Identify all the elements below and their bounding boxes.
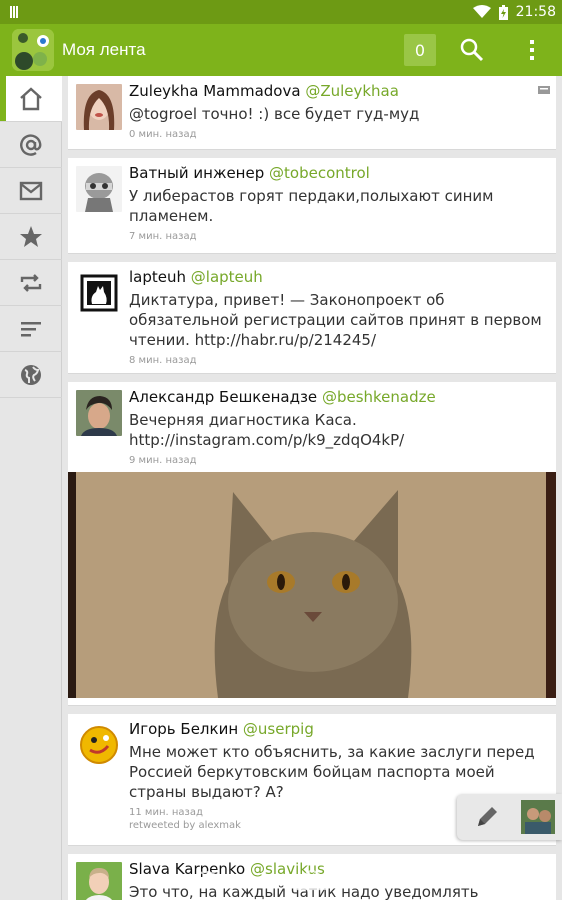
avatar[interactable] bbox=[76, 270, 122, 316]
home-nav-icon[interactable] bbox=[294, 867, 330, 891]
battery-icon bbox=[498, 4, 508, 20]
sidebar-item-mentions[interactable] bbox=[0, 122, 62, 168]
status-bar: 21:58 bbox=[0, 0, 562, 24]
author-handle[interactable]: @Zuleykhaa bbox=[305, 82, 399, 100]
author-name: Александр Бешкенадзе bbox=[129, 388, 318, 406]
app-logo-icon[interactable] bbox=[12, 29, 54, 71]
tweet-text: @togroel точно! :) все будет гуд-муд bbox=[129, 105, 420, 123]
wifi-icon bbox=[472, 5, 491, 18]
tweet-text: Мне может кто объяснить, за какие заслуг… bbox=[129, 743, 535, 801]
mention-icon bbox=[20, 133, 42, 156]
tweet-text: Вечерняя диагностика Каса. http://instag… bbox=[129, 411, 405, 449]
tweet-time: 9 мин. назад bbox=[129, 455, 197, 466]
search-icon[interactable] bbox=[458, 36, 486, 64]
tweet-item[interactable]: Ватный инженер @tobecontrol У либерастов… bbox=[68, 158, 556, 254]
tweet-text: У либерастов горят пердаки,полыхают сини… bbox=[129, 187, 494, 225]
list-icon bbox=[21, 321, 41, 336]
author-name: Zuleykha Mammadova bbox=[129, 82, 301, 100]
overflow-menu-icon[interactable] bbox=[520, 36, 544, 64]
page-title: Моя лента bbox=[62, 40, 146, 59]
tweet-item[interactable]: lapteuh @lapteuh Диктатура, привет! — За… bbox=[68, 262, 556, 374]
author-handle[interactable]: @userpig bbox=[243, 720, 314, 738]
author-name: lapteuh bbox=[129, 268, 187, 286]
author-name: Игорь Белкин bbox=[129, 720, 239, 738]
timeline-feed[interactable]: Zuleykha Mammadova @Zuleykhaa @togroel т… bbox=[68, 76, 556, 900]
conversation-icon bbox=[538, 86, 550, 94]
author-handle[interactable]: @beshkenadze bbox=[322, 388, 436, 406]
recents-icon[interactable] bbox=[400, 867, 436, 891]
tweet-item[interactable]: Zuleykha Mammadova @Zuleykhaa @togroel т… bbox=[68, 76, 556, 150]
compose-button[interactable] bbox=[457, 794, 517, 840]
tweet-photo[interactable] bbox=[68, 472, 556, 698]
account-avatar[interactable] bbox=[521, 800, 555, 834]
compose-panel bbox=[457, 794, 562, 840]
author-line: lapteuh @lapteuh bbox=[129, 268, 548, 287]
sidebar-item-messages[interactable] bbox=[0, 168, 62, 214]
tweet-time: 7 мин. назад bbox=[129, 231, 197, 242]
home-icon bbox=[20, 86, 42, 110]
avatar[interactable] bbox=[76, 722, 122, 768]
sidebar bbox=[0, 76, 62, 900]
unread-counter-button[interactable]: 0 bbox=[404, 34, 436, 66]
tweet-text: Диктатура, привет! — Законопроект об обя… bbox=[129, 291, 542, 349]
tweet-time: 8 мин. назад bbox=[129, 355, 197, 366]
author-line: Zuleykha Mammadova @Zuleykhaa bbox=[129, 82, 548, 101]
author-line: Александр Бешкенадзе @beshkenadze bbox=[129, 388, 548, 407]
retweet-icon bbox=[20, 273, 42, 292]
sidebar-item-lists[interactable] bbox=[0, 306, 62, 352]
avatar[interactable] bbox=[76, 390, 122, 436]
back-icon[interactable] bbox=[188, 867, 224, 891]
pencil-icon bbox=[478, 807, 497, 826]
sidebar-item-retweets[interactable] bbox=[0, 260, 62, 306]
mail-icon bbox=[19, 181, 43, 200]
author-line: Ватный инженер @tobecontrol bbox=[129, 164, 548, 183]
clock: 21:58 bbox=[515, 4, 556, 20]
globe-icon bbox=[21, 364, 41, 385]
star-icon bbox=[20, 225, 42, 247]
author-name: Ватный инженер bbox=[129, 164, 265, 182]
author-handle[interactable]: @lapteuh bbox=[191, 268, 263, 286]
avatar[interactable] bbox=[76, 166, 122, 212]
sidebar-item-favorites[interactable] bbox=[0, 214, 62, 260]
avatar[interactable] bbox=[76, 84, 122, 130]
tweet-time: 0 мин. назад bbox=[129, 129, 197, 140]
author-line: Игорь Белкин @userpig bbox=[129, 720, 548, 739]
notification-icon bbox=[10, 6, 22, 18]
system-navigation-bar bbox=[62, 858, 562, 900]
sidebar-item-home[interactable] bbox=[0, 76, 62, 122]
author-handle[interactable]: @tobecontrol bbox=[269, 164, 370, 182]
tweet-item[interactable]: Александр Бешкенадзе @beshkenadze Вечерн… bbox=[68, 382, 556, 706]
sidebar-item-explore[interactable] bbox=[0, 352, 62, 398]
